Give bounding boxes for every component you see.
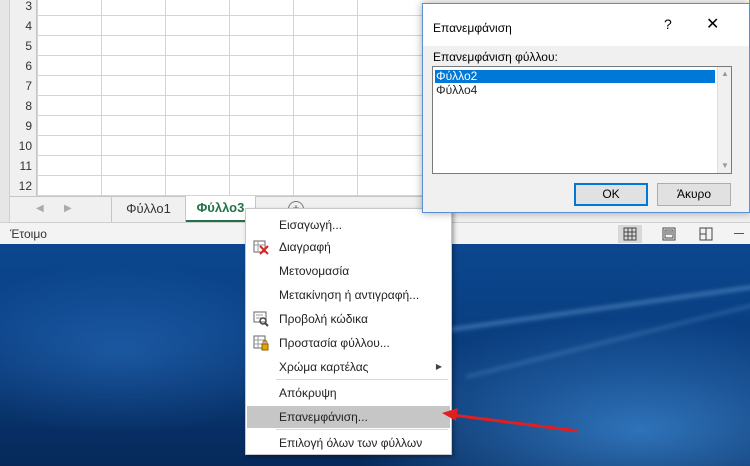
desktop-light-beam	[465, 284, 750, 378]
zoom-out-icon[interactable]	[734, 233, 744, 234]
list-item[interactable]: Φύλλο4	[435, 84, 477, 97]
scroll-down-icon[interactable]: ▼	[721, 161, 729, 170]
menu-item-unhide[interactable]: Επανεμφάνιση...	[247, 406, 450, 428]
page-layout-view-icon[interactable]	[657, 225, 681, 243]
row-header[interactable]: 7	[10, 76, 37, 96]
menu-item-view-code[interactable]: Προβολή κώδικα	[247, 308, 450, 330]
menu-item-protect-sheet[interactable]: Προστασία φύλλου...	[247, 332, 450, 354]
menu-item-label: Προβολή κώδικα	[279, 312, 368, 326]
unhide-dialog: Επανεμφάνιση ? ✕ Επανεμφάνιση φύλλου: Φύ…	[422, 3, 750, 213]
page-break-view-icon[interactable]	[694, 225, 718, 243]
menu-item-move-copy[interactable]: Μετακίνηση ή αντιγραφή...	[247, 284, 450, 306]
menu-item-label: Μετονομασία	[279, 264, 350, 278]
row-header[interactable]: 3	[10, 0, 37, 16]
protect-sheet-icon	[253, 335, 269, 351]
row-header[interactable]: 9	[10, 116, 37, 136]
close-icon[interactable]: ✕	[706, 14, 719, 34]
desktop-light-beam	[441, 270, 750, 333]
row-header[interactable]: 11	[10, 156, 37, 176]
sheet-tab-context-menu: Εισαγωγή... Διαγραφή Μετονομασία Μετακίν…	[245, 208, 452, 455]
normal-view-icon[interactable]	[618, 225, 642, 243]
help-icon[interactable]: ?	[664, 16, 672, 32]
menu-item-tab-color[interactable]: Χρώμα καρτέλας ▶	[247, 356, 450, 378]
row-header[interactable]: 10	[10, 136, 37, 156]
menu-item-label: Διαγραφή	[279, 240, 331, 254]
row-header[interactable]: 12	[10, 176, 37, 196]
row-header[interactable]: 8	[10, 96, 37, 116]
dialog-title: Επανεμφάνιση	[433, 21, 512, 35]
ok-button[interactable]: OK	[574, 183, 648, 206]
dialog-titlebar[interactable]: Επανεμφάνιση ? ✕	[423, 4, 749, 46]
scroll-left-icon[interactable]: ◀	[36, 203, 44, 214]
delete-sheet-icon	[253, 239, 269, 255]
menu-item-label: Απόκρυψη	[279, 386, 337, 400]
scroll-up-icon[interactable]: ▲	[721, 69, 729, 78]
menu-item-hide[interactable]: Απόκρυψη	[247, 382, 450, 404]
menu-item-select-all-sheets[interactable]: Επιλογή όλων των φύλλων	[247, 432, 450, 454]
unhide-sheet-label: Επανεμφάνιση φύλλου:	[433, 50, 558, 64]
menu-item-delete[interactable]: Διαγραφή	[247, 236, 450, 258]
submenu-arrow-icon: ▶	[435, 362, 442, 371]
menu-item-label: Μετακίνηση ή αντιγραφή...	[279, 288, 420, 302]
menu-item-label: Εισαγωγή...	[279, 218, 343, 232]
list-item[interactable]: Φύλλο2	[435, 70, 715, 83]
row-header[interactable]: 4	[10, 16, 37, 36]
cancel-button[interactable]: Άκυρο	[657, 183, 731, 206]
menu-item-label: Επανεμφάνιση...	[279, 410, 368, 424]
menu-item-label: Επιλογή όλων των φύλλων	[279, 436, 423, 450]
menu-item-insert[interactable]: Εισαγωγή...	[247, 214, 450, 236]
menu-separator	[276, 379, 448, 380]
menu-separator	[276, 429, 448, 430]
sheet-tab-fyllo1[interactable]: Φύλλο1	[111, 197, 186, 222]
view-code-icon	[253, 311, 269, 327]
menu-item-label: Προστασία φύλλου...	[279, 336, 390, 350]
status-text: Έτοιμο	[10, 227, 47, 241]
row-header[interactable]: 6	[10, 56, 37, 76]
row-header[interactable]: 5	[10, 36, 37, 56]
menu-item-rename[interactable]: Μετονομασία	[247, 260, 450, 282]
scroll-right-icon[interactable]: ▶	[64, 203, 72, 214]
list-scrollbar[interactable]: ▲ ▼	[717, 67, 731, 173]
hidden-sheets-list[interactable]: Φύλλο2 Φύλλο4 ▲ ▼	[432, 66, 732, 174]
window-left-edge	[0, 0, 10, 244]
annotation-arrow-icon	[442, 408, 579, 433]
menu-item-label: Χρώμα καρτέλας	[279, 360, 369, 374]
